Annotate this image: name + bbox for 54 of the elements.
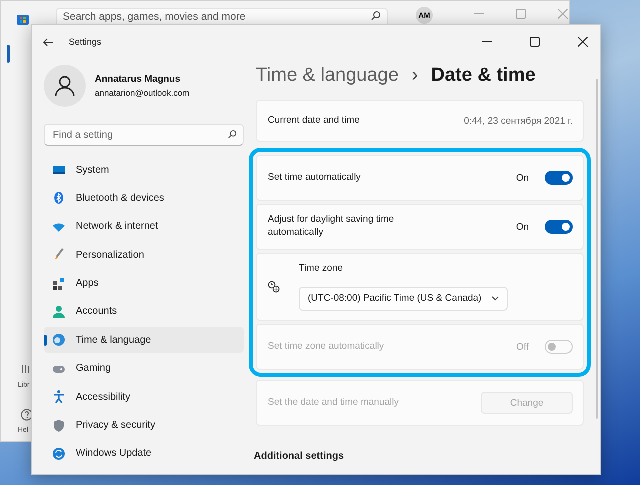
maximize-icon[interactable] bbox=[530, 37, 540, 47]
avatar-silhouette[interactable] bbox=[44, 65, 86, 107]
shield-icon bbox=[52, 418, 66, 433]
library-icon[interactable] bbox=[22, 364, 30, 374]
person-icon bbox=[54, 75, 76, 97]
nav-item[interactable]: Bluetooth & devices bbox=[44, 185, 244, 212]
toggle-state: Off bbox=[516, 342, 529, 352]
nav-item[interactable]: Network & internet bbox=[44, 214, 244, 240]
back-arrow-icon[interactable] bbox=[43, 38, 53, 46]
accessibility-icon bbox=[52, 390, 66, 404]
current-datetime: 0:44, 23 сентября 2021 г. bbox=[464, 116, 573, 126]
toggle-switch[interactable] bbox=[545, 220, 573, 234]
toggle-state: On bbox=[516, 172, 529, 184]
close-icon[interactable] bbox=[578, 37, 588, 47]
nav-item[interactable]: Apps bbox=[44, 270, 244, 297]
breadcrumb-separator: › bbox=[412, 65, 418, 87]
globe-clock-icon bbox=[52, 333, 66, 348]
scrollbar[interactable] bbox=[596, 79, 598, 419]
nav-item[interactable]: Personalization bbox=[44, 242, 244, 268]
setting-label: Set the date and time manually bbox=[268, 396, 400, 410]
nav-item[interactable]: Accessibility bbox=[44, 384, 244, 410]
nav-item[interactable]: Privacy & security bbox=[44, 412, 244, 439]
person-icon bbox=[52, 304, 66, 319]
sync-icon bbox=[52, 446, 66, 461]
brush-icon bbox=[52, 248, 66, 262]
timezone-dropdown[interactable]: (UTC-08:00) Pacific Time (US & Canada) bbox=[299, 286, 508, 311]
nav-item[interactable]: System bbox=[44, 157, 244, 183]
setting-label: Set time zone automatically bbox=[268, 340, 386, 354]
apps-icon bbox=[52, 276, 66, 291]
nav-item[interactable]: Windows Update bbox=[44, 440, 244, 467]
page-title: Date & time bbox=[431, 65, 536, 87]
search-field[interactable]: Search apps, games, movies and more bbox=[56, 8, 388, 25]
setting-label: Set time automatically bbox=[268, 172, 362, 184]
toggle-switch[interactable] bbox=[545, 171, 573, 185]
toggle-state: On bbox=[516, 222, 529, 232]
setting-label: Time zone bbox=[299, 263, 343, 276]
setting-label: Adjust for daylight saving time automatically bbox=[268, 214, 396, 240]
user-email: annatarion@outlook.com bbox=[95, 88, 190, 98]
globe-clock-icon bbox=[268, 281, 280, 293]
chevron-down-icon bbox=[492, 296, 499, 302]
search-icon bbox=[371, 10, 381, 20]
setting-label: Current date and time bbox=[268, 114, 361, 128]
nav-item[interactable]: Accounts bbox=[44, 298, 244, 325]
nav-item[interactable]: Time & language bbox=[44, 327, 244, 354]
section-heading: Additional settings bbox=[254, 451, 345, 462]
bluetooth-icon bbox=[52, 191, 66, 206]
nav-item[interactable]: Gaming bbox=[44, 356, 244, 382]
user-name: Annatarus Magnus bbox=[95, 74, 182, 85]
search-icon bbox=[228, 130, 237, 139]
monitor-icon bbox=[52, 163, 66, 177]
search-field[interactable]: Find a setting bbox=[44, 124, 244, 146]
store-bag-icon bbox=[17, 13, 29, 25]
window-title: Settings bbox=[69, 37, 102, 47]
breadcrumb-parent[interactable]: Time & language bbox=[256, 65, 399, 87]
